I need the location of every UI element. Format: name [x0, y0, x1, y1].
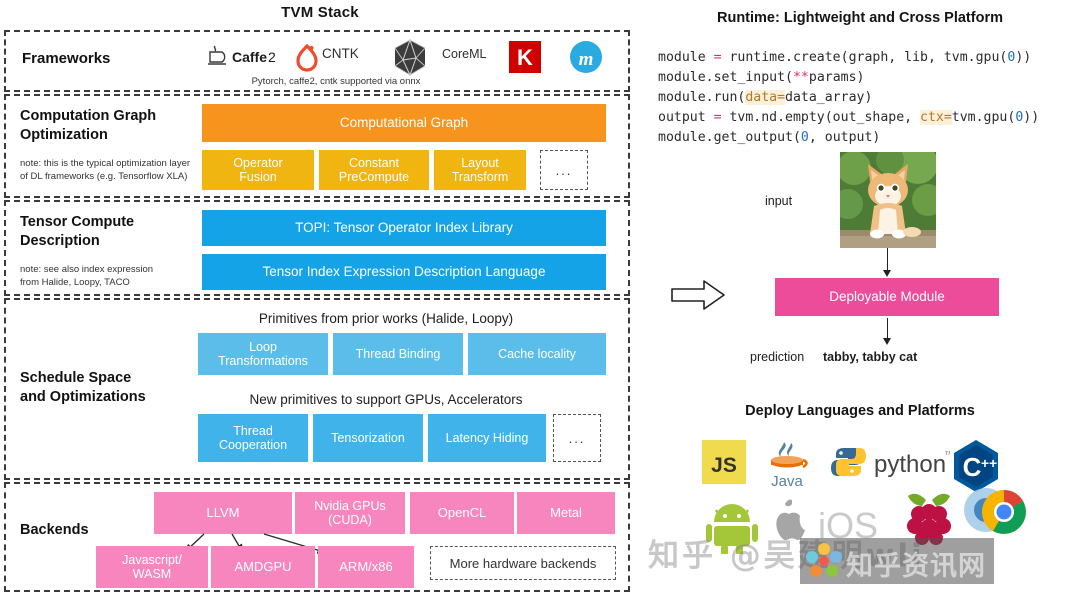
layer-backends-label: Backends	[20, 522, 89, 538]
box-thread-cooperation-l1: Thread	[233, 424, 273, 438]
cntk-logo: CNTK	[322, 46, 359, 61]
watermark-secondary: 知乎资讯网	[846, 551, 986, 582]
box-topi: TOPI: Tensor Operator Index Library	[202, 210, 606, 246]
frameworks-caption: Pytorch, caffe2, cntk supported via onnx	[251, 76, 421, 87]
box-constant-precompute-l1: Constant	[348, 156, 400, 170]
box-nvidia-gpus-l2: (CUDA)	[328, 513, 372, 527]
box-loop-transformations-l2: Transformations	[218, 354, 308, 368]
arrow-input-to-module-line	[887, 248, 888, 272]
deploy-title: Deploy Languages and Platforms	[745, 403, 975, 419]
layer-tensor-compute: Tensor Compute Description note: see als…	[4, 200, 630, 296]
prediction-value: tabby, tabby cat	[823, 350, 918, 364]
python-logo: python ™	[828, 444, 954, 485]
layer-tensorcompute-note-line2: from Halide, Loopy, TACO	[20, 277, 130, 288]
java-logo: Java	[762, 438, 812, 495]
code-line-1: module = runtime.create(graph, lib, tvm.…	[658, 50, 1032, 65]
javascript-logo: JS	[702, 440, 746, 489]
layer-computation-graph: Computation Graph Optimization note: thi…	[4, 94, 630, 198]
arrow-module-to-prediction-line	[887, 318, 888, 340]
layer-compgraph-label-line2: Optimization	[20, 127, 108, 143]
code-line-4: output = tvm.nd.empty(out_shape, ctx=tvm…	[658, 110, 1040, 125]
code-line-5: module.get_output(0, output)	[658, 130, 881, 145]
input-image-kitten	[840, 152, 936, 248]
box-constant-precompute: Constant PreCompute	[319, 150, 429, 190]
code-line-2: module.set_input(**params)	[658, 70, 865, 85]
svg-text:++: ++	[981, 455, 997, 471]
svg-text:JS: JS	[711, 454, 737, 477]
runtime-code-block: module = runtime.create(graph, lib, tvm.…	[658, 48, 1039, 148]
box-javascript-wasm: Javascript/ WASM	[96, 546, 208, 588]
cntk-logo-label: CNTK	[322, 46, 359, 61]
stack-title: TVM Stack	[281, 4, 359, 21]
box-nvidia-gpus-l1: Nvidia GPUs	[314, 499, 386, 513]
layer-tensorcompute-note-line1: note: see also index expression	[20, 264, 154, 275]
pytorch-logo	[294, 40, 320, 77]
box-layout-transform: Layout Transform	[434, 150, 526, 190]
box-arm-x86: ARM/x86	[318, 546, 414, 588]
svg-text:K: K	[517, 45, 533, 70]
layer-frameworks-label: Frameworks	[22, 50, 111, 67]
box-cache-locality: Cache locality	[468, 333, 606, 375]
box-javascript-wasm-l2: WASM	[132, 567, 172, 581]
layer-backends: Backends LLVM Nvidia GPUs (CUDA) OpenCL …	[4, 482, 630, 592]
hollow-right-arrow-icon	[670, 278, 726, 317]
box-thread-cooperation: Thread Cooperation	[198, 414, 308, 462]
box-thread-binding: Thread Binding	[333, 333, 463, 375]
box-tensor-index-expression: Tensor Index Expression Description Lang…	[202, 254, 606, 290]
box-tensorization: Tensorization	[313, 414, 423, 462]
box-thread-cooperation-l2: Cooperation	[218, 438, 288, 452]
layer-compgraph-note-line1: note: this is the typical optimization l…	[20, 158, 191, 169]
svg-text:C: C	[963, 452, 982, 482]
layer-compgraph-note-line2: of DL frameworks (e.g. Tensorflow XLA)	[20, 171, 188, 182]
tvm-stack-panel: TVM Stack Frameworks Caffe 2 CNTK CoreML…	[0, 0, 640, 598]
svg-text:python: python	[874, 451, 946, 478]
box-operator-fusion-l2: Fusion	[239, 170, 277, 184]
mxnet-logo: m	[570, 41, 602, 78]
box-layout-transform-l2: Transform	[451, 170, 509, 184]
schedule-caption-2: New primitives to support GPUs, Accelera…	[249, 392, 523, 407]
box-amdgpu: AMDGPU	[211, 546, 315, 588]
box-more-hardware-backends: More hardware backends	[430, 546, 616, 580]
box-opencl: OpenCL	[410, 492, 514, 534]
layer-tensorcompute-label-line2: Description	[20, 233, 100, 249]
box-metal: Metal	[517, 492, 615, 534]
svg-text:2: 2	[268, 49, 276, 65]
layer-schedule-space: Schedule Space and Optimizations Primiti…	[4, 298, 630, 480]
watermark-bar: 知乎资讯网	[800, 538, 994, 584]
code-line-3: module.run(data=data_array)	[658, 90, 873, 105]
box-computational-graph: Computational Graph	[202, 104, 606, 142]
box-constant-precompute-l2: PreCompute	[338, 170, 410, 184]
box-operator-fusion-l1: Operator	[233, 156, 283, 170]
box-javascript-wasm-l1: Javascript/	[122, 553, 182, 567]
arrow-module-to-prediction-head	[883, 338, 891, 345]
box-loop-transformations: Loop Transformations	[198, 333, 328, 375]
keras-logo: K	[509, 41, 541, 78]
svg-text:Java: Java	[771, 473, 803, 490]
box-schedule-ellipsis: ...	[553, 414, 601, 462]
caffe2-logo: Caffe 2	[202, 44, 280, 73]
tvm-overview-figure: TVM Stack Frameworks Caffe 2 CNTK CoreML…	[0, 0, 1080, 598]
layer-tensorcompute-label-line1: Tensor Compute	[20, 214, 135, 230]
box-loop-transformations-l1: Loop	[249, 340, 277, 354]
prediction-label: prediction	[750, 350, 805, 364]
layer-schedule-label-line2: and Optimizations	[20, 389, 146, 405]
schedule-caption-1: Primitives from prior works (Halide, Loo…	[258, 311, 514, 326]
svg-text:m: m	[579, 49, 594, 70]
box-operator-fusion: Operator Fusion	[202, 150, 314, 190]
input-label: input	[765, 194, 793, 208]
coreml-logo-label: CoreML	[442, 47, 487, 61]
box-deployable-module: Deployable Module	[775, 278, 999, 316]
arrow-input-to-module-head	[883, 270, 891, 277]
runtime-panel: Runtime: Lightweight and Cross Platform …	[640, 0, 1080, 598]
svg-text:Caffe: Caffe	[232, 49, 267, 65]
layer-frameworks: Frameworks Caffe 2 CNTK CoreML K m Pytor…	[4, 30, 630, 92]
layer-schedule-label-line1: Schedule Space	[20, 370, 132, 386]
layer-compgraph-label-line1: Computation Graph	[20, 108, 157, 124]
box-latency-hiding: Latency Hiding	[428, 414, 546, 462]
box-llvm: LLVM	[154, 492, 292, 534]
box-compgraph-ellipsis: ...	[540, 150, 588, 190]
box-nvidia-gpus: Nvidia GPUs (CUDA)	[295, 492, 405, 534]
runtime-title: Runtime: Lightweight and Cross Platform	[717, 10, 1003, 26]
box-layout-transform-l1: Layout	[461, 156, 499, 170]
